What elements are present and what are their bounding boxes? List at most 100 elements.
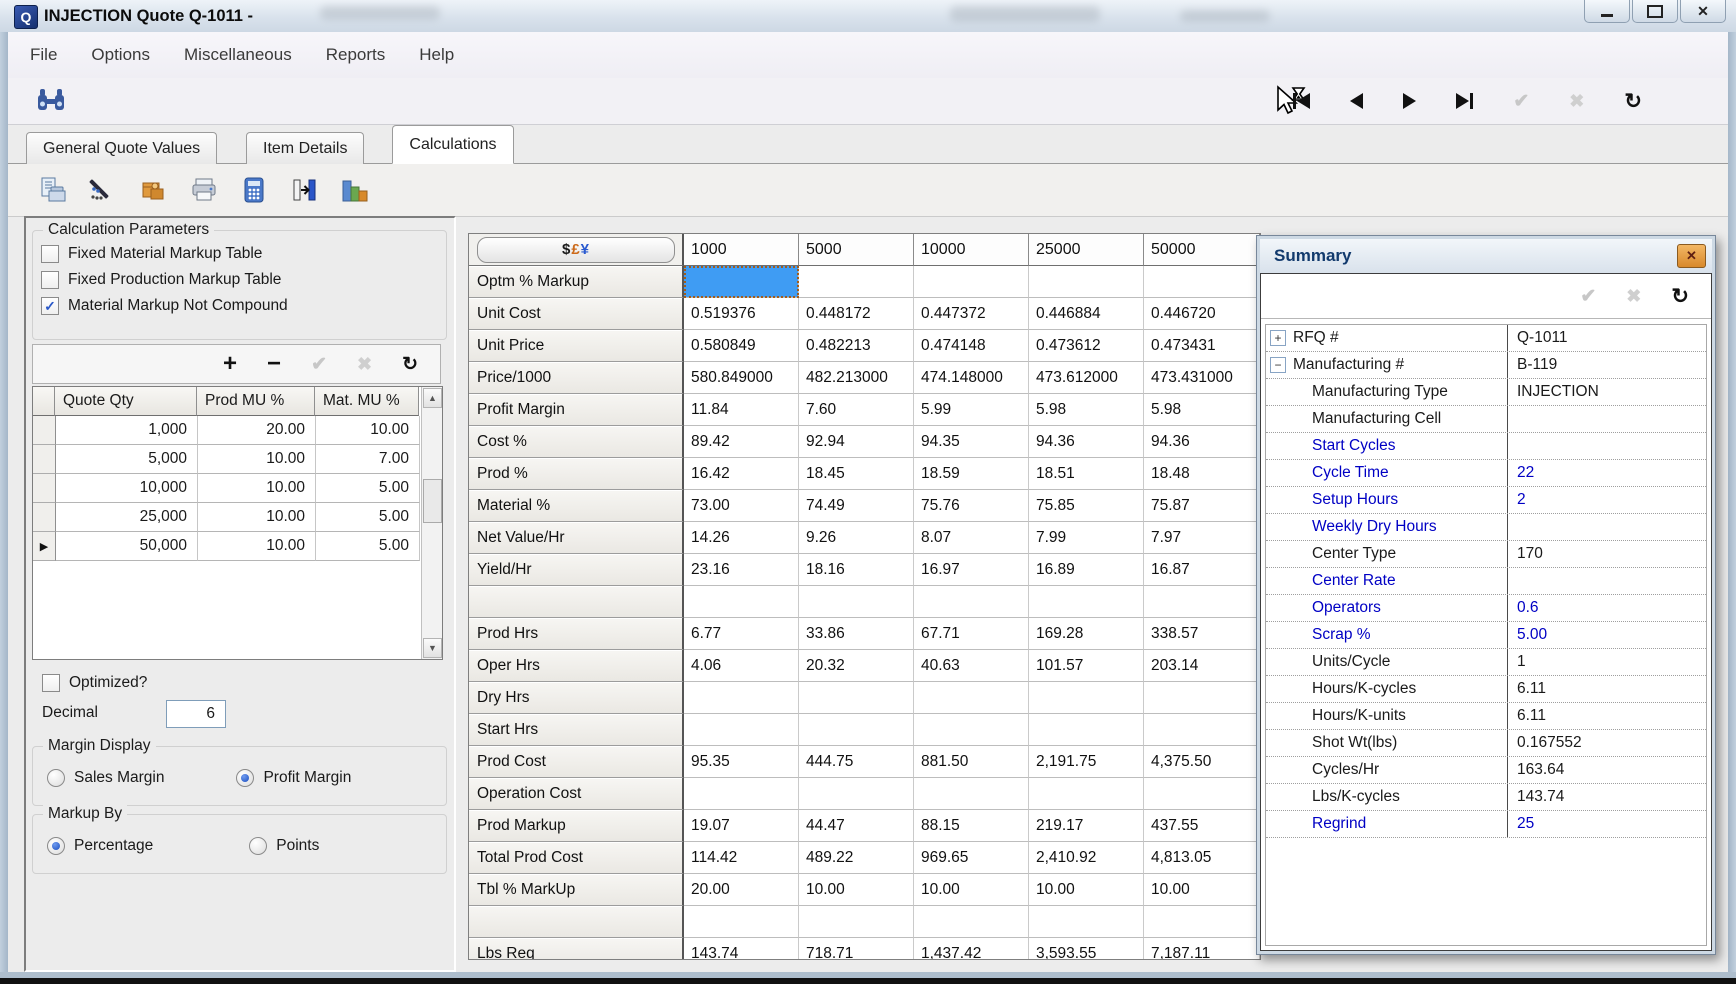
cancel-icon[interactable]: ✖: [357, 354, 372, 375]
value-cell[interactable]: 16.89: [1029, 554, 1144, 586]
cancel-icon[interactable]: ✖: [1569, 91, 1584, 112]
value-cell[interactable]: 7,187.11: [1144, 938, 1260, 960]
value-cell[interactable]: 474.148000: [914, 362, 1029, 394]
scroll-down-icon[interactable]: ▼: [423, 638, 442, 658]
value-cell[interactable]: 18.16: [799, 554, 914, 586]
value-cell[interactable]: 969.65: [914, 842, 1029, 874]
value-cell[interactable]: [1144, 714, 1260, 746]
value-cell[interactable]: 0.448172: [799, 298, 914, 330]
value-cell[interactable]: [914, 266, 1029, 298]
column-nav-icon[interactable]: [288, 174, 320, 206]
expand-icon[interactable]: +: [1270, 330, 1286, 346]
value-cell[interactable]: 10.00: [1029, 874, 1144, 906]
value-cell[interactable]: 40.63: [914, 650, 1029, 682]
value-cell[interactable]: 7.60: [799, 394, 914, 426]
value-cell[interactable]: 437.55: [1144, 810, 1260, 842]
summary-field-value[interactable]: [1508, 433, 1706, 459]
value-cell[interactable]: 0.446884: [1029, 298, 1144, 330]
summary-field-value[interactable]: 5.00: [1508, 622, 1706, 648]
checkbox-material-markup-not-compound[interactable]: ✓: [41, 297, 59, 315]
menu-item-file[interactable]: File: [30, 45, 57, 65]
value-cell[interactable]: 18.59: [914, 458, 1029, 490]
value-cell[interactable]: 0.474148: [914, 330, 1029, 362]
summary-field-value[interactable]: [1508, 514, 1706, 540]
tab-item-details[interactable]: Item Details: [246, 132, 364, 164]
summary-field-value[interactable]: [1508, 568, 1706, 594]
value-cell[interactable]: [799, 906, 914, 938]
value-cell[interactable]: [1144, 586, 1260, 618]
value-cell[interactable]: 92.94: [799, 426, 914, 458]
value-cell[interactable]: 75.87: [1144, 490, 1260, 522]
value-cell[interactable]: [1029, 714, 1144, 746]
mat-mu-cell[interactable]: 7.00: [316, 445, 420, 474]
value-cell[interactable]: [684, 714, 799, 746]
value-cell[interactable]: 10.00: [799, 874, 914, 906]
value-cell[interactable]: [799, 714, 914, 746]
prod-mu-cell[interactable]: 10.00: [198, 474, 316, 503]
value-cell[interactable]: 75.85: [1029, 490, 1144, 522]
scroll-up-icon[interactable]: ▲: [423, 388, 442, 408]
value-cell[interactable]: [914, 682, 1029, 714]
refresh-icon[interactable]: ↻: [1671, 284, 1689, 309]
optimized-checkbox[interactable]: [42, 674, 60, 692]
value-cell[interactable]: [684, 778, 799, 810]
checkbox-fixed-material-markup-table[interactable]: [41, 245, 59, 263]
value-cell[interactable]: [1144, 906, 1260, 938]
value-cell[interactable]: 18.45: [799, 458, 914, 490]
value-cell[interactable]: [1029, 266, 1144, 298]
value-cell[interactable]: 143.74: [684, 938, 799, 960]
value-cell[interactable]: [914, 778, 1029, 810]
value-cell[interactable]: 5.99: [914, 394, 1029, 426]
value-cell[interactable]: 580.849000: [684, 362, 799, 394]
value-cell[interactable]: 73.00: [684, 490, 799, 522]
checkbox-fixed-production-markup-table[interactable]: [41, 271, 59, 289]
value-cell[interactable]: 169.28: [1029, 618, 1144, 650]
value-cell[interactable]: 0.473612: [1029, 330, 1144, 362]
mat-mu-cell[interactable]: 5.00: [316, 474, 420, 503]
summary-field-value[interactable]: 0.6: [1508, 595, 1706, 621]
value-cell[interactable]: 101.57: [1029, 650, 1144, 682]
summary-title-bar[interactable]: Summary ✕: [1260, 239, 1712, 273]
value-cell[interactable]: [914, 906, 1029, 938]
value-cell[interactable]: 881.50: [914, 746, 1029, 778]
value-cell[interactable]: 88.15: [914, 810, 1029, 842]
value-cell[interactable]: [1029, 682, 1144, 714]
value-cell[interactable]: 718.71: [799, 938, 914, 960]
value-cell[interactable]: 44.47: [799, 810, 914, 842]
selected-cell[interactable]: [684, 266, 799, 298]
value-cell[interactable]: 219.17: [1029, 810, 1144, 842]
value-cell[interactable]: [684, 906, 799, 938]
menu-item-miscellaneous[interactable]: Miscellaneous: [184, 45, 292, 65]
menu-item-options[interactable]: Options: [91, 45, 150, 65]
value-cell[interactable]: [1029, 906, 1144, 938]
edit-tools-icon[interactable]: [88, 174, 120, 206]
value-cell[interactable]: 5.98: [1144, 394, 1260, 426]
value-cell[interactable]: 0.482213: [799, 330, 914, 362]
value-cell[interactable]: 0.519376: [684, 298, 799, 330]
margin-radio-sales-margin[interactable]: [47, 769, 65, 787]
last-record-button[interactable]: [1456, 93, 1473, 109]
value-cell[interactable]: 74.49: [799, 490, 914, 522]
prod-mu-cell[interactable]: 20.00: [198, 416, 316, 445]
value-cell[interactable]: 9.26: [799, 522, 914, 554]
quote-qty-cell[interactable]: 10,000: [56, 474, 198, 503]
print-icon[interactable]: [188, 174, 220, 206]
value-cell[interactable]: 10.00: [914, 874, 1029, 906]
value-cell[interactable]: 16.87: [1144, 554, 1260, 586]
value-cell[interactable]: 0.447372: [914, 298, 1029, 330]
value-cell[interactable]: 114.42: [684, 842, 799, 874]
tab-general-quote-values[interactable]: General Quote Values: [26, 132, 217, 164]
prev-record-button[interactable]: [1350, 93, 1363, 109]
value-cell[interactable]: 7.97: [1144, 522, 1260, 554]
value-cell[interactable]: 203.14: [1144, 650, 1260, 682]
refresh-icon[interactable]: ↻: [402, 353, 418, 376]
refresh-icon[interactable]: ↻: [1624, 89, 1642, 114]
add-row-icon[interactable]: +: [223, 354, 237, 374]
minimize-button[interactable]: [1584, 0, 1630, 23]
summary-close-button[interactable]: ✕: [1677, 244, 1706, 268]
scrollbar-thumb[interactable]: [423, 479, 442, 523]
value-cell[interactable]: 2,191.75: [1029, 746, 1144, 778]
tab-calculations[interactable]: Calculations: [392, 125, 513, 164]
value-cell[interactable]: 14.26: [684, 522, 799, 554]
qty-grid-scrollbar[interactable]: ▲ ▼: [421, 387, 442, 659]
